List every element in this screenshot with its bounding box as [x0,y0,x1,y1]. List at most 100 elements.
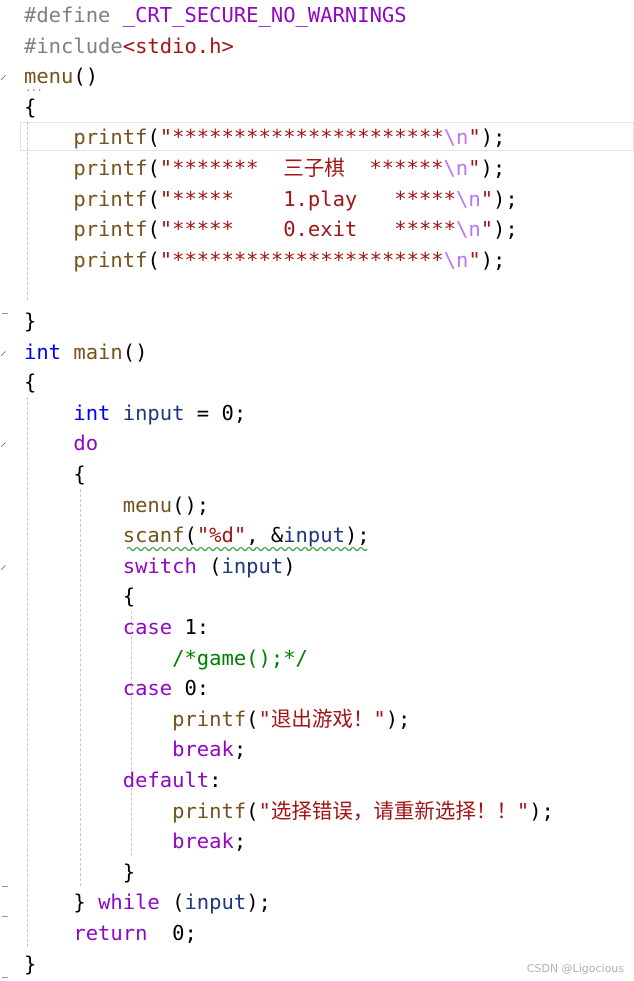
token-escape: \n [443,156,469,180]
token-string: "******* 三子棋 ****** [159,156,444,180]
token-function: printf [73,186,148,211]
token-keyword: int [73,400,111,425]
token-default: { [24,94,37,119]
token-default: ; [233,829,247,854]
token-default: : [209,768,222,792]
token-string: " [468,156,481,180]
code-line[interactable]: default: [24,765,222,796]
chevron-icon[interactable]: ⸝ [0,428,8,459]
token-default: ) [283,553,296,578]
token-string: "退出游戏！" [258,706,386,731]
token-default: ( [246,706,259,731]
token-default: () [122,339,148,364]
token-function: printf [73,125,148,150]
token-default: } [24,309,37,333]
code-line[interactable]: do [24,428,98,459]
code-line[interactable]: { [24,92,36,123]
token-string: " [468,247,481,272]
code-line[interactable]: } [24,306,36,337]
code-line[interactable]: case 1: [24,612,209,643]
token-keyword: int [24,339,62,364]
chevron-icon[interactable]: ⸝ [0,337,8,368]
code-line[interactable]: printf("**********************\n"); [24,245,505,276]
token-default: ( [147,125,160,150]
token-function: menu [122,492,173,517]
code-line[interactable]: break; [24,734,246,765]
code-line[interactable]: printf("**********************\n"); [24,122,505,153]
token-variable: input [283,523,345,548]
chevron-icon[interactable]: ⸝ [0,61,8,92]
token-default: } [24,859,136,884]
token-function: menu [24,64,74,89]
token-function: printf [73,217,148,242]
token-default [24,431,73,455]
code-line[interactable]: printf("******* 三子棋 ******\n"); [24,153,505,184]
code-line[interactable]: printf("选择错误，请重新选择！！"); [24,796,554,827]
token-control: break [172,829,234,854]
code-line[interactable]: #define _CRT_SECURE_NO_WARNINGS [24,0,407,31]
token-default: ( [246,798,259,823]
token-default: = 0; [184,400,247,425]
token-string: "***** 1.play ***** [159,186,456,211]
token-comment: /*game();*/ [172,645,308,670]
code-line[interactable]: #include<stdio.h> [24,31,234,62]
token-default: 0; [147,921,197,945]
token-default: ); [344,523,370,548]
token-default: () [73,64,99,89]
code-line[interactable]: switch (input) [24,551,296,582]
code-line[interactable]: int input = 0; [24,398,246,429]
token-default: ( [147,247,160,272]
code-line[interactable]: { [24,459,86,490]
token-control: default [122,768,210,792]
token-default: 1: [172,615,210,639]
token-control: switch [122,553,197,578]
token-default [24,799,172,823]
token-default [61,340,73,364]
chevron-icon[interactable]: ⸝ [0,551,8,582]
token-default [24,646,172,670]
code-line[interactable]: menu(); [24,490,209,521]
token-escape: \n [456,186,481,211]
code-line[interactable]: printf("退出游戏！"); [24,704,410,735]
code-line[interactable]: break; [24,826,246,857]
gutter-mark [2,886,8,887]
token-default [24,187,73,211]
code-line[interactable]: menu() [24,61,98,92]
token-default [24,768,123,792]
token-escape: \n [443,247,469,272]
token-default: ( [147,156,160,180]
code-line[interactable]: /*game();*/ [24,643,308,674]
code-line[interactable]: } while (input); [24,887,271,918]
token-control: case [122,615,173,639]
code-line[interactable]: int main() [24,337,147,368]
token-default: { [24,370,37,395]
token-control: case [122,676,173,701]
token-default [24,829,172,853]
token-default: { [24,462,86,486]
token-string: "%d" [196,523,247,548]
token-default: } [24,951,37,976]
token-default: ( [147,186,160,211]
gutter-mark [2,977,8,978]
token-default [24,125,73,149]
code-line[interactable]: { [24,367,36,398]
token-default: ( [196,553,222,578]
code-line[interactable]: printf("***** 0.exit *****\n"); [24,214,517,245]
token-default: ); [529,798,554,823]
code-line[interactable]: case 0: [24,673,209,704]
code-line[interactable]: } [24,857,135,888]
token-control: while [98,890,160,915]
token-default: ); [385,706,411,731]
code-line[interactable]: return 0; [24,918,197,949]
code-line[interactable]: printf("***** 1.play *****\n"); [24,184,518,215]
token-escape: \n [456,217,481,242]
token-default: ); [480,247,506,272]
code-line[interactable]: } [24,949,36,980]
token-default [24,493,123,517]
token-default [24,707,172,731]
code-editor[interactable]: ··· #define _CRT_SECURE_NO_WARNINGS #incl… [0,0,634,981]
code-line[interactable]: { [24,581,135,612]
code-line[interactable]: scanf("%d", &input); [24,520,370,551]
token-default [24,523,123,547]
token-default: ); [493,186,518,211]
